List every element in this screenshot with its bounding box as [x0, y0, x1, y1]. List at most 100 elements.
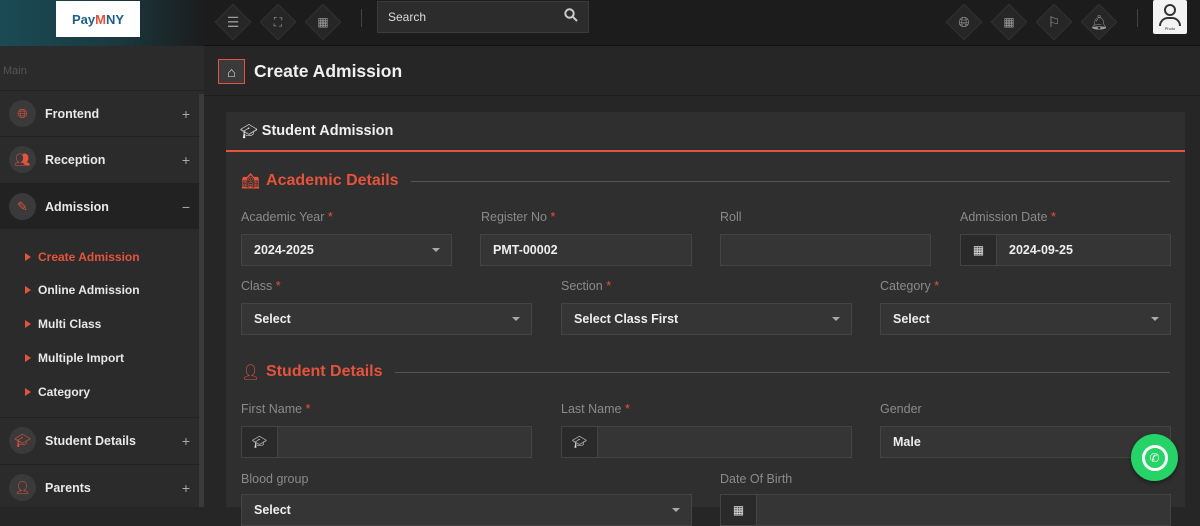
search-input[interactable]: Search	[388, 10, 564, 24]
divider	[394, 371, 1170, 373]
submenu-create-admission[interactable]: Create Admission	[25, 248, 140, 266]
sidebar-item-label: Admission	[45, 199, 109, 214]
chevron-down-icon	[1151, 317, 1159, 321]
input-value: PMT-00002	[493, 243, 558, 257]
last-name-input[interactable]: 🎓︎	[561, 426, 852, 458]
blood-group-select[interactable]: Select	[241, 494, 692, 526]
home-icon[interactable]: ⌂	[218, 59, 245, 84]
globe-icon: 🌐︎	[9, 100, 36, 127]
calendar-button[interactable]: ▦	[993, 6, 1025, 38]
panel-title: Student Admission	[261, 123, 394, 139]
sidebar-item-student-details[interactable]: 🎓︎ Student Details +	[0, 417, 204, 463]
caret-right-icon	[25, 320, 31, 328]
first-name-input[interactable]: 🎓︎	[241, 426, 532, 458]
notification-button[interactable]: 🔔︎	[1083, 6, 1115, 38]
sidebar-item-frontend[interactable]: 🌐︎ Frontend +	[0, 90, 204, 136]
chevron-down-icon	[672, 508, 680, 512]
sidebar-item-admission[interactable]: ✎ Admission −	[0, 183, 204, 229]
expand-icon: +	[181, 479, 190, 496]
graduation-cap-icon: 🎓︎	[240, 122, 258, 139]
category-label: Category *	[880, 279, 940, 293]
logo-area: Pay M NY	[0, 0, 204, 46]
roll-label: Roll	[720, 210, 742, 224]
submenu-label: Multiple Import	[38, 351, 124, 365]
menu-toggle-button[interactable]: ☰	[217, 6, 249, 38]
submenu-label: Category	[38, 385, 91, 399]
submenu-multiple-import[interactable]: Multiple Import	[25, 349, 124, 367]
submenu-multi-class[interactable]: Multi Class	[25, 315, 101, 333]
phone-icon: ✆	[1141, 444, 1168, 471]
dob-input[interactable]: ▦	[720, 494, 1171, 526]
globe-icon: 🌐︎	[958, 14, 970, 30]
select-value: Male	[893, 435, 921, 449]
calendar-icon: ▦	[961, 235, 997, 265]
divider	[410, 180, 1170, 182]
app-logo[interactable]: Pay M NY	[56, 1, 140, 37]
sidebar-item-label: Student Details	[45, 433, 136, 448]
fullscreen-icon: ⛶	[273, 15, 283, 29]
sidebar-section-label: Main	[3, 65, 27, 77]
academic-year-label: Academic Year *	[241, 210, 333, 224]
search-box[interactable]: Search	[377, 1, 589, 33]
roll-input[interactable]	[720, 234, 931, 266]
student-details-heading: 👤︎ Student Details	[241, 363, 1170, 381]
submenu-category[interactable]: Category	[25, 383, 90, 401]
sidebar-item-label: Frontend	[45, 106, 100, 121]
school-icon: 🏫︎	[241, 173, 261, 190]
language-button[interactable]: 🌐︎	[948, 6, 980, 38]
calendar-icon: ▦	[1003, 15, 1015, 29]
breadcrumb: ⌂ Create Admission	[204, 46, 1200, 96]
whatsapp-button[interactable]: ✆	[1131, 434, 1178, 481]
sidebar-scrollbar[interactable]	[199, 94, 204, 507]
select-value: 2024-2025	[254, 243, 314, 257]
user-icon-body	[1159, 17, 1181, 26]
grid-icon: ▦	[317, 15, 329, 29]
first-name-label: First Name *	[241, 402, 311, 416]
submenu-online-admission[interactable]: Online Admission	[25, 281, 140, 299]
academic-details-heading: 🏫︎ Academic Details	[241, 172, 1170, 190]
sidebar-item-reception[interactable]: 👥︎ Reception +	[0, 136, 204, 182]
top-navbar: Pay M NY ☰ ⛶ ▦ Search 🌐︎ ▦ ⚐ 🔔︎ Photo	[0, 0, 1200, 46]
avatar-caption: Photo	[1164, 26, 1176, 31]
calendar-icon: ▦	[721, 495, 757, 525]
fullscreen-button[interactable]: ⛶	[262, 6, 294, 38]
sidebar-item-parents[interactable]: 👤︎ Parents +	[0, 464, 204, 510]
gender-select[interactable]: Male	[880, 426, 1171, 458]
category-select[interactable]: Select	[880, 303, 1171, 335]
admission-date-label: Admission Date *	[960, 210, 1056, 224]
caret-right-icon	[25, 253, 31, 261]
select-value: Select	[254, 312, 291, 326]
sidebar: Main 🌐︎ Frontend + 👥︎ Reception + ✎ Admi…	[0, 46, 204, 507]
gender-label: Gender	[880, 402, 922, 416]
sidebar-item-label: Parents	[45, 480, 91, 495]
submenu-label: Create Admission	[38, 250, 140, 264]
class-select[interactable]: Select	[241, 303, 532, 335]
expand-icon: +	[181, 151, 190, 168]
student-icon: 🎓︎	[242, 427, 278, 457]
expand-icon: +	[181, 105, 190, 122]
register-no-input[interactable]: PMT-00002	[480, 234, 692, 266]
academic-year-select[interactable]: 2024-2025	[241, 234, 452, 266]
bell-icon: 🔔︎	[1090, 14, 1108, 30]
grid-button[interactable]: ▦	[307, 6, 339, 38]
divider	[1137, 9, 1138, 27]
user-icon-head	[1164, 4, 1176, 16]
chevron-down-icon	[512, 317, 520, 321]
admission-date-input[interactable]: ▦ 2024-09-25	[960, 234, 1171, 266]
submenu-label: Multi Class	[38, 317, 102, 331]
flag-button[interactable]: ⚐	[1038, 6, 1070, 38]
graduation-cap-icon: 🎓︎	[9, 427, 36, 454]
submenu-label: Online Admission	[38, 283, 140, 297]
caret-right-icon	[25, 354, 31, 362]
last-name-label: Last Name *	[561, 402, 630, 416]
expand-icon: +	[181, 432, 190, 449]
page-title: Create Admission	[254, 61, 403, 81]
section-select[interactable]: Select Class First	[561, 303, 852, 335]
select-value: Select	[893, 312, 930, 326]
panel-header: 🎓︎ Student Admission	[226, 112, 1185, 152]
user-check-icon: 👤︎	[241, 364, 261, 381]
dob-label: Date Of Birth	[720, 472, 793, 486]
logo-text-pay: Pay	[71, 11, 96, 27]
user-avatar[interactable]: Photo	[1153, 0, 1187, 34]
search-icon[interactable]	[564, 8, 578, 26]
